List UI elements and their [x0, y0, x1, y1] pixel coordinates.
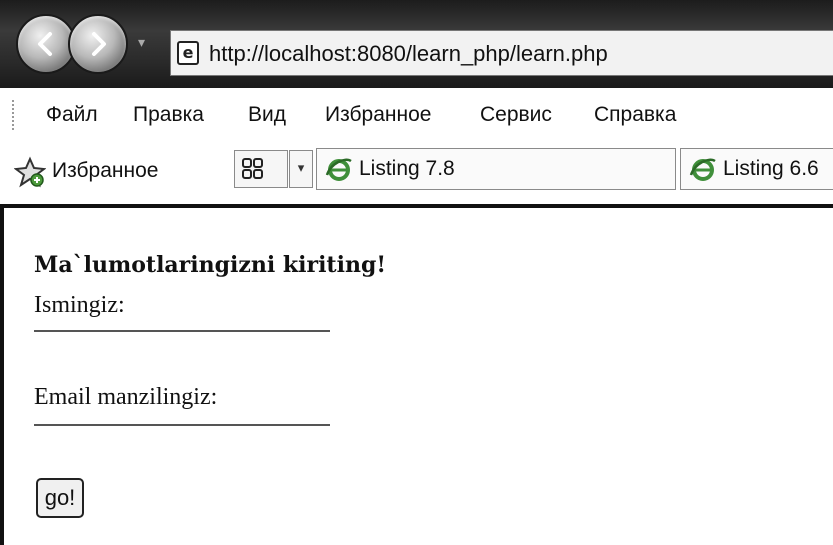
menu-favorites[interactable]: Избранное [325, 100, 431, 130]
ie-icon [689, 158, 716, 181]
tab-label: Listing 6.6 [723, 157, 819, 180]
page-icon: e [177, 41, 199, 65]
menu-tools[interactable]: Сервис [480, 100, 552, 130]
back-button[interactable] [16, 14, 76, 74]
address-bar[interactable]: e http://localhost:8080/learn_php/learn.… [170, 30, 833, 76]
quick-tabs-button[interactable] [234, 150, 288, 188]
menu-file[interactable]: Файл [46, 100, 98, 130]
tab-listing-6-6[interactable]: Listing 6.6 [680, 148, 833, 190]
name-input[interactable] [34, 326, 330, 332]
page-content: Ma`lumotlaringizni kiriting! Ismingiz: E… [0, 204, 833, 545]
favorites-star-icon[interactable] [14, 156, 46, 188]
ie-icon [325, 158, 352, 181]
menu-edit[interactable]: Правка [133, 100, 204, 130]
quick-tabs-icon [242, 158, 263, 179]
favorites-button[interactable]: Избранное [52, 154, 158, 188]
toolbar-grip[interactable] [12, 100, 17, 130]
name-label: Ismingiz: [34, 292, 125, 318]
email-label: Email manzilingiz: [34, 384, 218, 410]
tab-list-dropdown-icon[interactable]: ▾ [289, 150, 313, 188]
browser-titlebar: ▾ e http://localhost:8080/learn_php/lear… [0, 0, 833, 88]
address-url[interactable]: http://localhost:8080/learn_php/learn.ph… [209, 31, 608, 77]
form-heading: Ma`lumotlaringizni kiriting! [34, 252, 386, 278]
menu-view[interactable]: Вид [248, 100, 286, 130]
email-input[interactable] [34, 420, 330, 426]
arrow-left-icon [38, 32, 52, 56]
menu-bar: Файл Правка Вид Избранное Сервис Справка [0, 88, 833, 140]
favorites-bar: Избранное ▾ Listing 7.8 Listing 6.6 [0, 140, 833, 204]
menu-help[interactable]: Справка [594, 100, 676, 130]
tab-listing-7-8[interactable]: Listing 7.8 [316, 148, 676, 190]
forward-button[interactable] [68, 14, 128, 74]
history-dropdown-icon[interactable]: ▾ [138, 36, 152, 50]
tab-label: Listing 7.8 [359, 157, 455, 180]
submit-button[interactable]: go! [36, 478, 84, 518]
arrow-right-icon [92, 32, 106, 56]
